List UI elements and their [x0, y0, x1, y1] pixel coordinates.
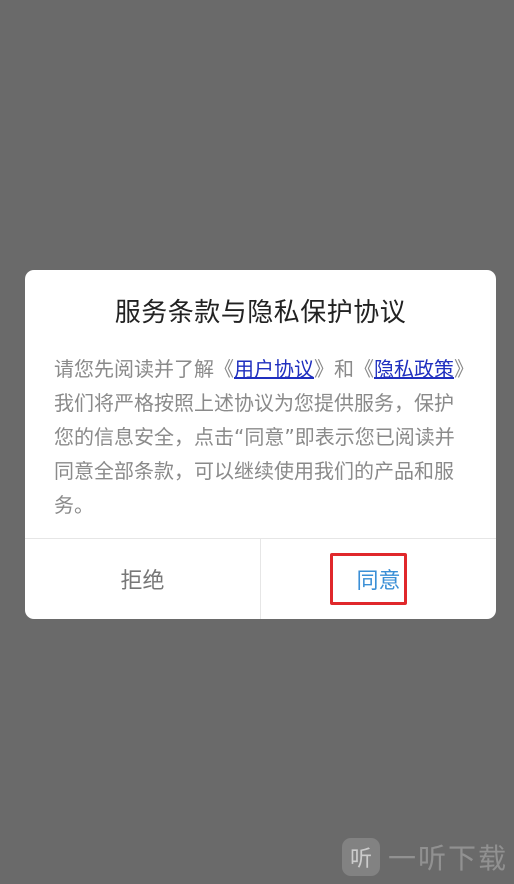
body-text-3: 》我们将严格按照上述协议为您提供服务，保护您的信息安全，点击“同意”即表示您已阅… [54, 357, 464, 517]
body-text-2: 》和《 [314, 357, 374, 381]
user-agreement-link[interactable]: 用户协议 [234, 357, 314, 381]
watermark: 听 一听下载 [341, 836, 508, 878]
screen: 服务条款与隐私保护协议 请您先阅读并了解《用户协议》和《隐私政策》我们将严格按照… [0, 0, 514, 884]
dialog-body: 请您先阅读并了解《用户协议》和《隐私政策》我们将严格按照上述协议为您提供服务，保… [54, 352, 470, 522]
terms-privacy-dialog: 服务条款与隐私保护协议 请您先阅读并了解《用户协议》和《隐私政策》我们将严格按照… [25, 270, 496, 619]
body-text-1: 请您先阅读并了解《 [54, 357, 234, 381]
privacy-policy-link[interactable]: 隐私政策 [374, 357, 454, 381]
watermark-logo-icon: 听 [341, 838, 380, 876]
watermark-text: 一听下载 [387, 842, 508, 875]
dialog-title: 服务条款与隐私保护协议 [114, 298, 407, 328]
reject-button[interactable]: 拒绝 [25, 539, 260, 619]
agree-button[interactable]: 同意 [261, 539, 496, 619]
